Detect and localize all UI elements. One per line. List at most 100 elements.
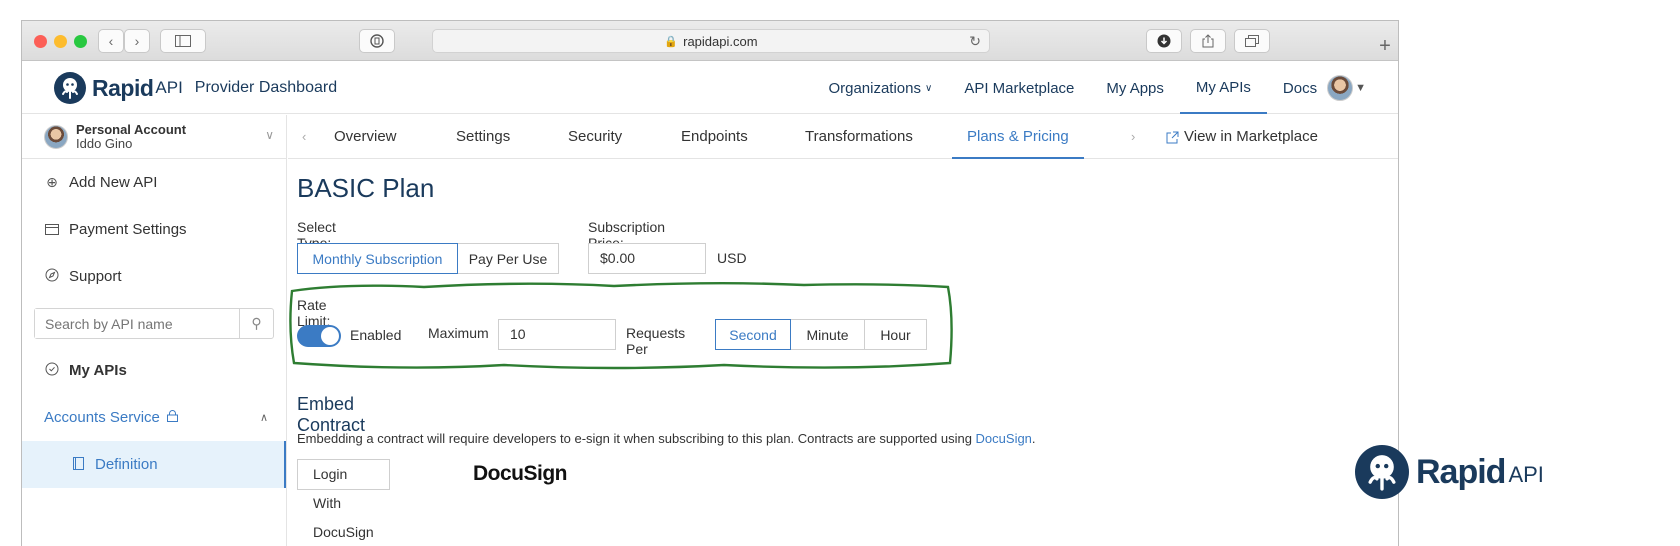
chevron-left-icon: ‹ xyxy=(108,33,114,49)
privacy-report-button[interactable] xyxy=(359,29,395,53)
share-icon xyxy=(1202,34,1214,48)
minimize-window-button[interactable] xyxy=(54,35,67,48)
plus-circle-icon: ⊕ xyxy=(46,174,58,190)
sidebar: Personal Account Iddo Gino ∨ ⊕ Add New A… xyxy=(22,115,287,546)
search-icon: ⚲ xyxy=(251,315,262,331)
primary-nav: Organizations ∨ API Marketplace My Apps M… xyxy=(812,62,1398,114)
credit-card-icon xyxy=(44,222,60,238)
user-menu[interactable]: ▼ xyxy=(1327,75,1398,101)
account-user: Iddo Gino xyxy=(76,135,133,151)
login-with-docusign-button[interactable]: Login With DocuSign xyxy=(297,459,390,540)
caret-down-icon: ▼ xyxy=(1355,82,1366,94)
monthly-subscription-option[interactable]: Monthly Subscription xyxy=(297,243,458,274)
account-avatar xyxy=(44,124,68,149)
new-tab-button[interactable]: + xyxy=(1372,31,1398,61)
sidebar-icon xyxy=(175,35,191,47)
nav-api-marketplace[interactable]: API Marketplace xyxy=(948,62,1090,114)
sidebar-item-support[interactable]: Support xyxy=(22,253,286,300)
type-selector: Monthly Subscription Pay Per Use xyxy=(297,243,559,274)
maximum-input[interactable]: 10 xyxy=(498,319,616,350)
sidebar-item-definition[interactable]: Definition xyxy=(22,441,286,488)
search-input[interactable] xyxy=(35,309,239,338)
period-minute-option[interactable]: Minute xyxy=(791,319,865,350)
external-link-icon xyxy=(1166,131,1179,143)
rate-limit-toggle[interactable] xyxy=(297,325,341,347)
close-window-button[interactable] xyxy=(34,35,47,48)
maximum-label: Maximum xyxy=(428,325,489,341)
browser-toolbar: ‹ › 🔒 rapidapi.com ↻ + xyxy=(22,21,1398,61)
lock-icon xyxy=(166,409,178,426)
docusign-link[interactable]: DocuSign xyxy=(976,431,1032,446)
avatar xyxy=(1327,75,1354,101)
account-label: Personal Account xyxy=(76,121,187,137)
api-search: ⚲ xyxy=(34,308,274,339)
tabs-scroll-left[interactable]: ‹ xyxy=(302,115,306,159)
download-icon xyxy=(1157,34,1171,48)
back-button[interactable]: ‹ xyxy=(98,29,124,53)
forward-button[interactable]: › xyxy=(124,29,150,53)
requests-per-label: Requests Per xyxy=(626,325,686,357)
sidebar-item-accounts-service[interactable]: Accounts Service ∧ xyxy=(22,394,286,441)
nav-my-apis[interactable]: My APIs xyxy=(1179,62,1267,114)
search-button[interactable]: ⚲ xyxy=(239,309,273,338)
sidebar-item-add-new-api[interactable]: ⊕ Add New API xyxy=(22,159,286,206)
rapidapi-octopus-icon xyxy=(1355,445,1409,499)
address-bar[interactable]: 🔒 rapidapi.com ↻ xyxy=(432,29,990,53)
period-selector: Second Minute Hour xyxy=(715,319,927,350)
url-text: rapidapi.com xyxy=(683,33,758,49)
docusign-logo: DocuSign xyxy=(473,462,568,485)
embed-contract-title: Embed Contract xyxy=(297,394,366,435)
pay-per-use-option[interactable]: Pay Per Use xyxy=(458,243,559,274)
nav-my-apps[interactable]: My Apps xyxy=(1090,62,1180,114)
tabs-scroll-right[interactable]: › xyxy=(1131,115,1135,159)
sidebar-item-my-apis[interactable]: My APIs xyxy=(22,347,286,394)
reload-icon[interactable]: ↻ xyxy=(969,33,981,50)
view-in-marketplace-link[interactable]: View in Marketplace xyxy=(1166,115,1318,159)
account-switcher[interactable]: Personal Account Iddo Gino ∨ xyxy=(22,115,286,159)
tab-plans-pricing[interactable]: Plans & Pricing xyxy=(952,115,1084,159)
document-icon xyxy=(70,456,86,473)
browser-window: ‹ › 🔒 rapidapi.com ↻ + Rapid API Provide… xyxy=(21,20,1399,546)
tab-endpoints[interactable]: Endpoints xyxy=(681,115,748,159)
compass-icon xyxy=(44,268,60,285)
top-navigation: Rapid API Provider Dashboard Organizatio… xyxy=(22,62,1398,114)
sidebar-toggle-button[interactable] xyxy=(160,29,206,53)
embed-contract-description: Embedding a contract will require develo… xyxy=(297,431,1036,446)
chevron-down-icon: ∨ xyxy=(265,128,274,142)
rapidapi-logo: Rapid API xyxy=(1355,445,1544,499)
zoom-window-button[interactable] xyxy=(74,35,87,48)
tab-overview[interactable]: Overview xyxy=(334,115,397,159)
shield-icon xyxy=(370,34,384,48)
tab-transformations[interactable]: Transformations xyxy=(805,115,913,159)
plan-title: BASIC Plan xyxy=(297,173,435,203)
sidebar-item-payment-settings[interactable]: Payment Settings xyxy=(22,206,286,253)
chevron-right-icon: › xyxy=(134,33,140,49)
share-button[interactable] xyxy=(1190,29,1226,53)
nav-docs[interactable]: Docs xyxy=(1267,62,1327,114)
period-hour-option[interactable]: Hour xyxy=(865,319,927,350)
downloads-button[interactable] xyxy=(1146,29,1182,53)
check-circle-icon xyxy=(44,362,60,379)
toggle-knob xyxy=(321,327,339,345)
logo-api: API xyxy=(1508,462,1544,487)
currency-label: USD xyxy=(717,250,747,266)
tab-security[interactable]: Security xyxy=(568,115,622,159)
rapidapi-octopus-icon xyxy=(54,72,86,104)
plus-icon: + xyxy=(1379,34,1391,57)
tab-settings[interactable]: Settings xyxy=(456,115,510,159)
dashboard-title: Provider Dashboard xyxy=(194,79,338,96)
chevron-down-icon: ∨ xyxy=(925,82,933,94)
period-second-option[interactable]: Second xyxy=(715,319,791,350)
nav-organizations[interactable]: Organizations ∨ xyxy=(812,62,948,114)
lock-icon: 🔒 xyxy=(664,35,679,48)
brand-logo[interactable]: Rapid API Provider Dashboard xyxy=(54,70,337,106)
api-tabs: ‹ Overview Settings Security Endpoints T… xyxy=(288,115,1398,159)
tabs-overview-button[interactable] xyxy=(1234,29,1270,53)
chevron-up-icon: ∧ xyxy=(259,412,268,424)
brand-name: Rapid xyxy=(92,74,154,101)
logo-name: Rapid xyxy=(1416,452,1506,491)
subscription-price-input[interactable]: $0.00 xyxy=(588,243,706,274)
enabled-label: Enabled xyxy=(350,327,402,343)
brand-api: API xyxy=(155,78,183,97)
tabs-icon xyxy=(1245,35,1259,47)
